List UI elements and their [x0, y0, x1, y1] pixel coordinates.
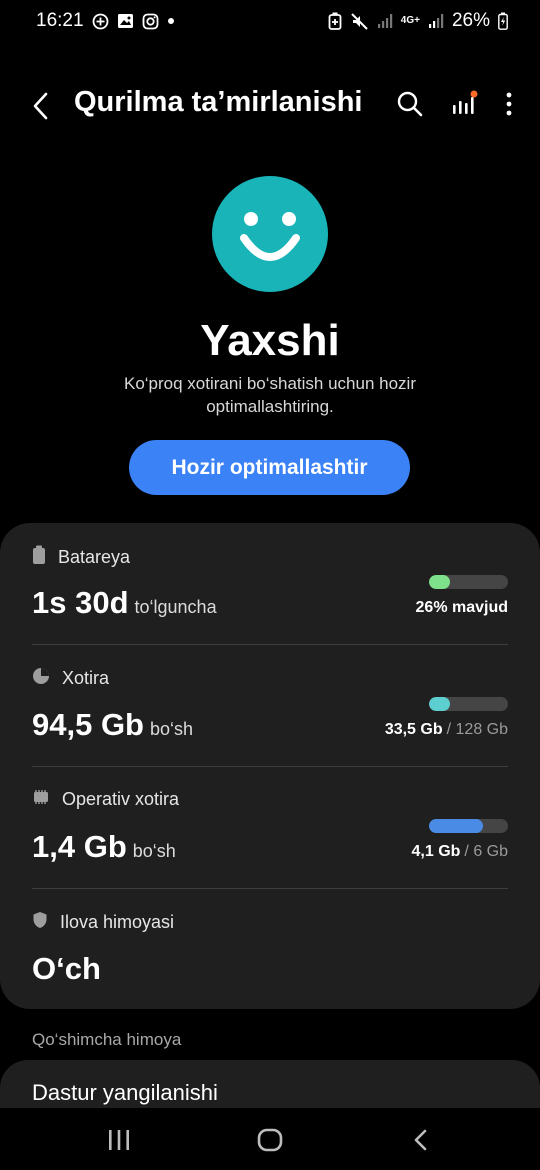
- back-icon[interactable]: [401, 1124, 441, 1156]
- status-bar-left: 16:21: [36, 10, 175, 32]
- meta-strong: 4,1 Gb: [411, 843, 461, 860]
- status-bar-right: 4G+ 26%: [328, 10, 508, 32]
- item-header: Batareya: [32, 545, 130, 570]
- app-protection-item[interactable]: Ilova himoyasi O‘ch: [0, 889, 540, 1011]
- mute-icon: [350, 12, 369, 31]
- status-bar: 16:21 4G+ 26%: [0, 0, 540, 42]
- storage-item[interactable]: Xotira 94,5 Gb bo‘sh 33,5 Gb / 128 Gb: [0, 645, 540, 767]
- item-value: O‘ch: [32, 951, 101, 987]
- item-value: 94,5 Gb bo‘sh: [32, 707, 193, 743]
- item-meta: 4,1 Gb / 6 Gb: [412, 843, 508, 861]
- back-icon[interactable]: [26, 90, 56, 122]
- section-label: Qo‘shimcha himoya: [32, 1030, 182, 1049]
- battery-unit: to‘lguncha: [134, 597, 217, 617]
- status-card: Batareya 1s 30d to‘lguncha 26% mavjud Xo…: [0, 523, 540, 1009]
- item-meta: 26% mavjud: [416, 599, 508, 617]
- item-value: 1,4 Gb bo‘sh: [32, 829, 176, 865]
- battery-icon: [498, 12, 508, 30]
- item-label: Batareya: [58, 547, 131, 567]
- app-bar: Qurilma ta’mirlanishi: [0, 76, 540, 136]
- item-value: 1s 30d to‘lguncha: [32, 585, 217, 621]
- smiley-face-icon: [212, 176, 328, 292]
- software-update-card[interactable]: Dastur yangilanishi: [0, 1060, 540, 1108]
- image-icon: [117, 13, 134, 29]
- storage-unit: bo‘sh: [150, 719, 194, 739]
- ram-item[interactable]: Operativ xotira 1,4 Gb bo‘sh 4,1 Gb / 6 …: [0, 767, 540, 889]
- status-title: Yaxshi: [200, 316, 340, 365]
- meta-strong: 26% mavjud: [415, 599, 508, 616]
- app-bar-actions: [396, 90, 514, 123]
- ram-unit: bo‘sh: [132, 841, 176, 861]
- battery-progress-bar: [429, 575, 508, 589]
- home-icon[interactable]: [250, 1124, 290, 1156]
- dot-icon: [167, 17, 175, 25]
- storage-value: 94,5 Gb: [32, 707, 144, 742]
- protection-value: O‘ch: [32, 951, 101, 986]
- instagram-icon: [142, 13, 159, 30]
- meta-strong: 33,5 Gb: [384, 721, 443, 738]
- storage-pie-icon: [32, 667, 50, 690]
- storage-progress-bar: [429, 697, 508, 711]
- item-meta: 33,5 Gb / 128 Gb: [385, 721, 508, 739]
- item-label: Ilova himoyasi: [60, 912, 175, 932]
- ram-progress-bar: [429, 819, 508, 833]
- battery-percent: 26%: [451, 10, 490, 31]
- shield-icon: [32, 911, 48, 934]
- item-header: Xotira: [32, 667, 109, 690]
- meta-rest: / 128 Gb: [446, 721, 508, 738]
- item-label: Operativ xotira: [62, 789, 180, 809]
- status-time: 16:21: [36, 10, 84, 31]
- stats-icon[interactable]: [450, 90, 478, 123]
- battery-saver-icon: [328, 12, 342, 30]
- signal-icon: [377, 13, 393, 29]
- progress-fill: [429, 819, 483, 833]
- add-circle-icon: [92, 13, 109, 30]
- recents-icon[interactable]: [99, 1124, 139, 1156]
- progress-fill: [429, 575, 450, 589]
- navigation-bar: [0, 1108, 540, 1170]
- item-label: Xotira: [62, 668, 110, 688]
- notification-dot: [470, 90, 478, 98]
- progress-fill: [429, 697, 450, 711]
- meta-rest: / 6 Gb: [464, 843, 508, 860]
- ram-value: 1,4 Gb: [32, 829, 127, 864]
- battery-value: 1s 30d: [32, 585, 129, 620]
- page-title: Qurilma ta’mirlanishi: [74, 86, 363, 118]
- optimize-now-button[interactable]: Hozir optimallashtir: [129, 440, 410, 495]
- search-icon[interactable]: [396, 90, 424, 123]
- memory-chip-icon: [32, 789, 50, 810]
- status-description: Ko‘proq xotirani bo‘shatish uchun hozir …: [123, 374, 416, 416]
- more-icon[interactable]: [504, 90, 514, 123]
- signal-icon: [428, 13, 444, 29]
- network-type: 4G+: [400, 15, 420, 26]
- item-header: Operativ xotira: [32, 789, 179, 810]
- battery-icon: [32, 545, 46, 570]
- item-header: Ilova himoyasi: [32, 911, 174, 934]
- battery-item[interactable]: Batareya 1s 30d to‘lguncha 26% mavjud: [0, 523, 540, 645]
- software-update-label: Dastur yangilanishi: [32, 1080, 218, 1105]
